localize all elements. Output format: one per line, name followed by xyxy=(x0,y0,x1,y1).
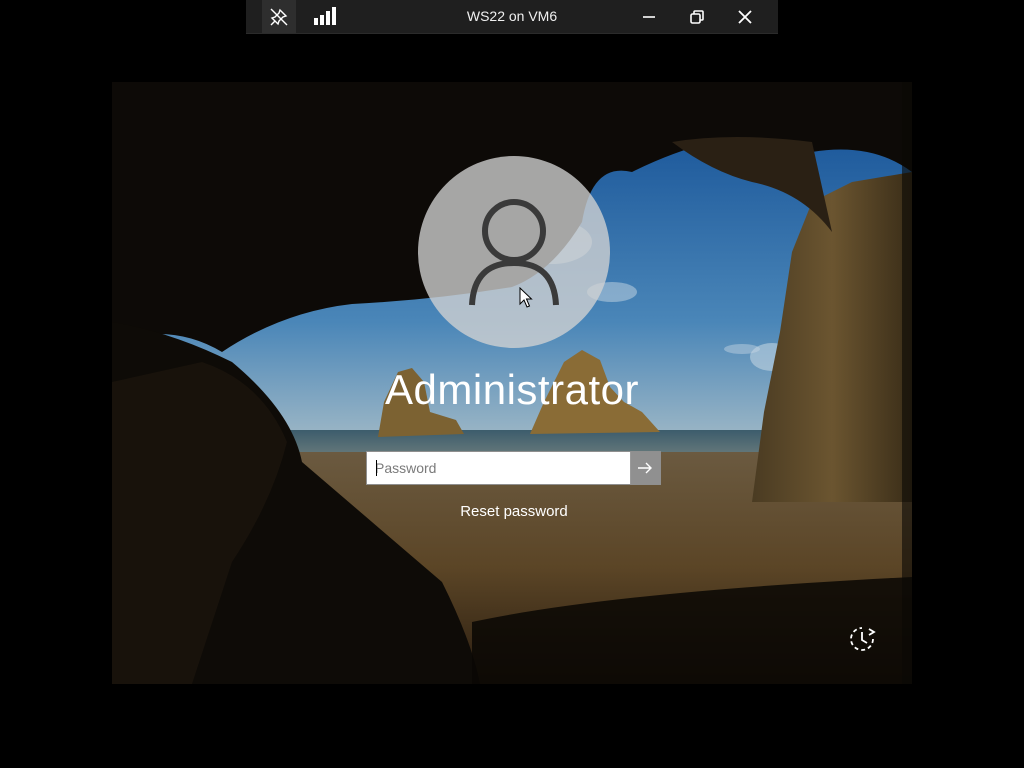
password-input[interactable] xyxy=(367,452,630,484)
close-icon[interactable] xyxy=(722,0,768,33)
mouse-cursor-icon xyxy=(519,287,533,308)
arrow-right-icon xyxy=(638,462,653,474)
ease-of-access-icon xyxy=(850,627,876,651)
password-field-group xyxy=(366,451,661,485)
text-caret xyxy=(376,460,377,476)
user-avatar xyxy=(418,156,610,348)
restore-icon[interactable] xyxy=(674,0,720,33)
remote-session-bar: WS22 on VM6 xyxy=(246,0,778,34)
username-label: Administrator xyxy=(385,366,639,413)
user-icon xyxy=(469,199,559,306)
submit-button[interactable] xyxy=(629,452,660,484)
minimize-icon[interactable] xyxy=(626,0,672,33)
ease-of-access-button[interactable] xyxy=(845,622,879,656)
reset-password-link[interactable]: Reset password xyxy=(414,503,614,520)
